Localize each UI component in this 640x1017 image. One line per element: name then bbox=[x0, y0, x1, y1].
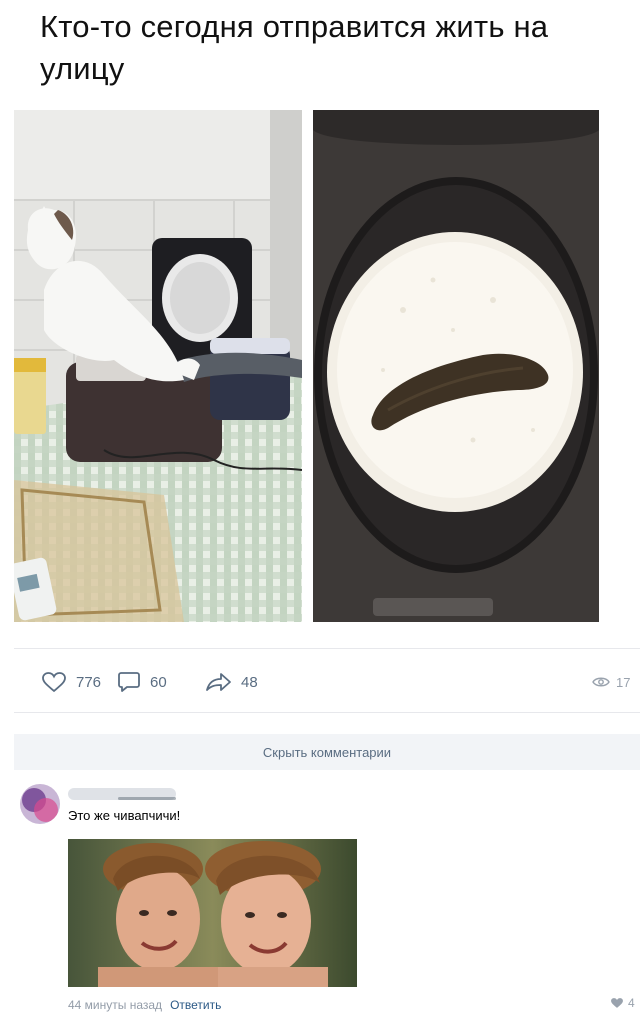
comment-bubble-icon bbox=[118, 672, 140, 692]
divider bbox=[14, 712, 640, 713]
comment-time[interactable]: 44 минуты назад bbox=[68, 998, 162, 1012]
comment-like-button[interactable]: 4 bbox=[610, 996, 635, 1010]
post-photo-cat[interactable] bbox=[14, 110, 302, 622]
eye-icon bbox=[592, 677, 610, 687]
share-count: 48 bbox=[241, 673, 258, 691]
comment-attachment-image[interactable] bbox=[68, 839, 357, 987]
views-count: 17 bbox=[616, 674, 631, 690]
post-title: Кто-то сегодня отправится жить на улицу bbox=[40, 9, 549, 86]
comment-count: 60 bbox=[150, 673, 167, 691]
like-button[interactable]: 776 bbox=[41, 664, 101, 700]
heart-icon bbox=[42, 672, 66, 693]
comment-meta: 44 минуты назад Ответить bbox=[68, 998, 221, 1012]
heart-icon bbox=[611, 998, 623, 1008]
hide-comments-button[interactable]: Скрыть комментарии bbox=[14, 734, 640, 770]
post-action-bar: 776 60 48 17 bbox=[0, 664, 640, 700]
comment-like-count: 4 bbox=[628, 996, 635, 1010]
post-photo-rice[interactable] bbox=[313, 110, 599, 622]
share-button[interactable]: 48 bbox=[204, 664, 258, 700]
comment-author-blurred[interactable] bbox=[68, 786, 176, 802]
share-arrow-icon bbox=[206, 673, 231, 691]
avatar[interactable] bbox=[20, 784, 60, 824]
comment-button[interactable]: 60 bbox=[117, 664, 167, 700]
comment-text: Это же чивапчичи! bbox=[68, 808, 181, 823]
like-count: 776 bbox=[76, 673, 102, 691]
reply-link[interactable]: Ответить bbox=[170, 998, 221, 1012]
views-counter: 17 bbox=[592, 664, 630, 700]
divider bbox=[14, 648, 640, 649]
